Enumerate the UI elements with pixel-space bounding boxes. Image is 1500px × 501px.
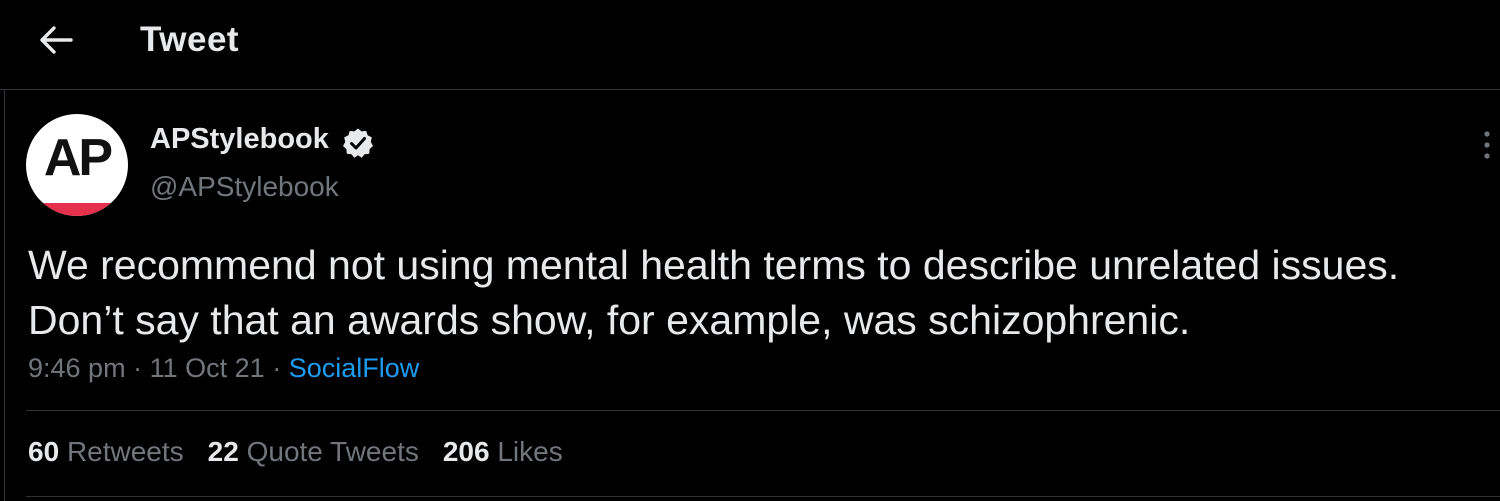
tweet-source-link[interactable]: SocialFlow xyxy=(289,353,420,383)
likes-label: Likes xyxy=(497,436,563,467)
retweets-count: 60 xyxy=(28,436,60,467)
tweet-meta: 9:46 pm · 11 Oct 21 · SocialFlow xyxy=(28,353,419,384)
verified-badge-icon xyxy=(343,128,373,158)
quote-tweets-stat[interactable]: 22 Quote Tweets xyxy=(208,436,419,467)
tweet-text-line: Don’t say that an awards show, for examp… xyxy=(28,297,1191,343)
arrow-left-icon xyxy=(40,26,73,54)
column-border xyxy=(4,90,5,501)
likes-stat[interactable]: 206 Likes xyxy=(443,436,563,467)
tweet-text: We recommend not using mental health ter… xyxy=(28,238,1488,348)
meta-separator: · xyxy=(133,353,143,383)
more-options-button[interactable] xyxy=(1476,128,1498,162)
avatar-logo-text: AP xyxy=(43,129,113,187)
tweet-text-line: We recommend not using mental health ter… xyxy=(28,242,1400,288)
meta-separator: · xyxy=(272,353,282,383)
author-display-name[interactable]: APStylebook xyxy=(150,123,329,156)
tweet-stats: 60 Retweets 22 Quote Tweets 206 Likes xyxy=(28,436,587,468)
top-bar: Tweet xyxy=(0,0,1500,90)
quote-tweets-label: Quote Tweets xyxy=(246,436,419,467)
page-title: Tweet xyxy=(140,20,240,59)
back-button[interactable] xyxy=(30,18,82,62)
likes-count: 206 xyxy=(442,436,490,467)
quote-tweets-count: 22 xyxy=(207,436,239,467)
avatar[interactable]: AP xyxy=(26,114,128,216)
tweet-time[interactable]: 9:46 pm xyxy=(28,353,126,383)
retweets-label: Retweets xyxy=(66,436,184,467)
avatar-stripe xyxy=(26,203,128,216)
author-handle[interactable]: @APStylebook xyxy=(150,171,339,203)
more-dots-icon xyxy=(1484,131,1490,159)
divider xyxy=(26,410,1500,411)
divider xyxy=(26,496,1500,497)
retweets-stat[interactable]: 60 Retweets xyxy=(28,436,184,467)
tweet-date[interactable]: 11 Oct 21 xyxy=(150,353,265,383)
